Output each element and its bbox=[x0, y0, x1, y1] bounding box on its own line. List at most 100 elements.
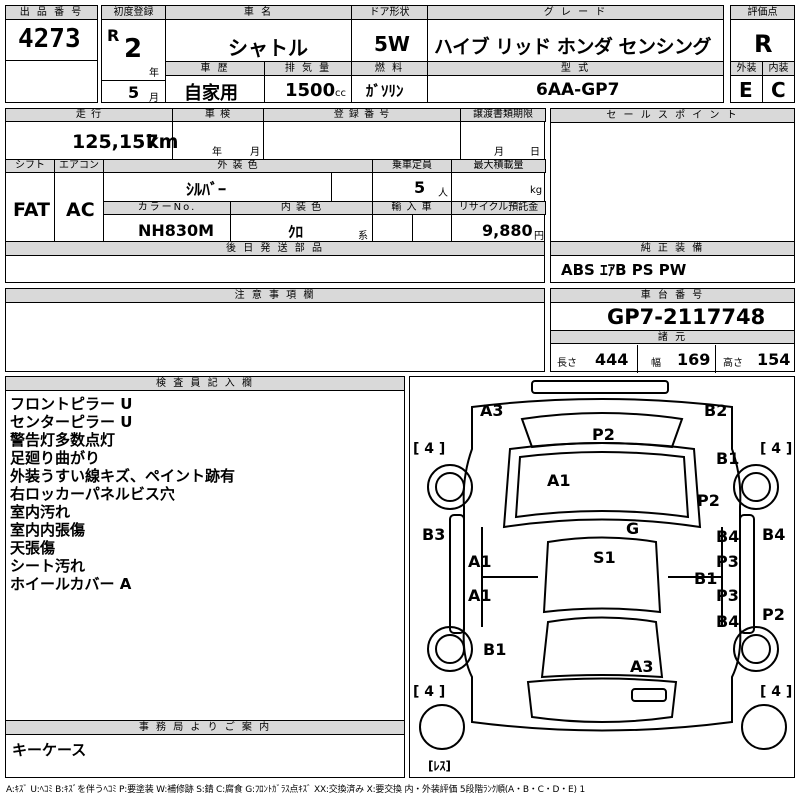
reg-label: 登 録 番 号 bbox=[263, 108, 461, 122]
mark-p3-right-door-rear: P3 bbox=[716, 586, 739, 605]
fuel-box: 燃 料 ｶﾞｿﾘﾝ bbox=[351, 61, 428, 103]
mark-b1-right-door: B1 bbox=[694, 569, 718, 588]
interior-score: C bbox=[771, 78, 786, 102]
shift-label: シフト bbox=[5, 159, 55, 173]
color-label: 外 装 色 bbox=[103, 159, 373, 173]
note-line: 天張傷 bbox=[10, 539, 56, 557]
colorno-label: カラーNo. bbox=[103, 201, 231, 215]
first-reg-label: 初度登録 bbox=[102, 6, 165, 20]
mark-b1-right-fender: B1 bbox=[716, 449, 740, 468]
mark-b4-right-door: B4 bbox=[716, 527, 740, 546]
fuel-label: 燃 料 bbox=[352, 62, 427, 76]
history-label: 車 歴 bbox=[166, 62, 264, 76]
inspector-label: 検 査 員 記 入 欄 bbox=[6, 377, 404, 391]
mark-p3-right-door-front: P3 bbox=[716, 552, 739, 571]
loadcap-unit: kg bbox=[530, 185, 543, 196]
tire-count-rr: [ 4 ] bbox=[760, 684, 793, 700]
spare-tire-label: [ﾚｽ] bbox=[428, 759, 451, 773]
chassis-box: 車 台 番 号 GP7-2117748 諸 元 長さ 444 幅 169 高さ … bbox=[550, 288, 795, 373]
doors: 5W bbox=[374, 32, 410, 56]
length: 444 bbox=[595, 350, 629, 369]
mark-b2-front-right: B2 bbox=[704, 401, 728, 420]
note-line: ホイールカバー A bbox=[10, 575, 132, 593]
tire-count-rl: [ 4 ] bbox=[413, 684, 446, 700]
history: 自家用 bbox=[184, 83, 238, 104]
chassis: GP7-2117748 bbox=[607, 305, 766, 329]
height: 154 bbox=[757, 350, 791, 369]
first-reg-box: 初度登録 R 2 年 5 月 bbox=[101, 5, 166, 104]
doors-box: ドア形状 5W bbox=[351, 5, 428, 62]
intcolor-label: 内 装 色 bbox=[230, 201, 373, 215]
mark-a3-trunk: A3 bbox=[630, 657, 654, 676]
intcolor: ｸﾛ bbox=[288, 223, 304, 241]
mark-b4-right-door-rear: B4 bbox=[716, 612, 740, 631]
mark-a1-left-door-rear: A1 bbox=[468, 586, 492, 605]
mark-p2-right-fender: P2 bbox=[697, 491, 720, 510]
office-text: キーケース bbox=[12, 741, 87, 759]
displacement-box: 排 気 量 1500 cc bbox=[264, 61, 352, 103]
color: ｼﾙﾊﾞｰ bbox=[186, 180, 227, 199]
exterior-box: 外装 E bbox=[730, 61, 763, 103]
score: R bbox=[754, 30, 773, 58]
mark-a1-hood: A1 bbox=[547, 471, 571, 490]
caution-label: 注 意 事 項 欄 bbox=[6, 289, 544, 303]
car-name-label: 車 名 bbox=[166, 6, 351, 20]
mark-g-glass: G bbox=[626, 519, 640, 538]
fuel: ｶﾞｿﾘﾝ bbox=[366, 82, 404, 100]
month-unit: 月 bbox=[149, 93, 159, 104]
width: 169 bbox=[677, 350, 711, 369]
intcolor-unit: 系 bbox=[358, 231, 368, 242]
model-label: 型 式 bbox=[428, 62, 723, 76]
car-name-box: 車 名 シャトル bbox=[165, 5, 352, 62]
loadcap-label: 最大積載量 bbox=[451, 159, 546, 173]
lot-label: 出 品 番 号 bbox=[6, 6, 97, 20]
recycle: 9,880 bbox=[482, 221, 533, 240]
lot-box: 出 品 番 号 4273 bbox=[5, 5, 98, 61]
colorno: NH830M bbox=[138, 221, 215, 240]
interior-label: 内装 bbox=[763, 62, 794, 76]
score-box: 評価点 R bbox=[730, 5, 795, 62]
displacement-label: 排 気 量 bbox=[265, 62, 351, 76]
inspector-notes: フロントピラー U センターピラー U 警告灯多数点灯 足廻り曲がり 外装うすい… bbox=[10, 395, 235, 593]
transfer-day-unit: 日 bbox=[530, 147, 540, 158]
import-label: 輸 入 車 bbox=[372, 201, 452, 215]
later-parts-label: 後 日 発 送 部 品 bbox=[6, 242, 544, 256]
width-label: 幅 bbox=[651, 358, 661, 369]
equip-label: 純 正 装 備 bbox=[551, 242, 794, 256]
chassis-label: 車 台 番 号 bbox=[551, 289, 794, 303]
equip: ABS ｴｱB PS PW bbox=[561, 261, 687, 279]
note-line: 右ロッカーパネルビス穴 bbox=[10, 485, 175, 503]
later-parts-box: 後 日 発 送 部 品 bbox=[5, 241, 545, 283]
note-line: 室内汚れ bbox=[10, 503, 71, 521]
grade-box: グ レ ー ド ハイブ リッド ホンダ センシング bbox=[427, 5, 724, 62]
spec-label: 諸 元 bbox=[551, 330, 794, 344]
ac: AC bbox=[66, 199, 95, 221]
year-unit: 年 bbox=[149, 68, 159, 79]
equip-box: 純 正 装 備 ABS ｴｱB PS PW bbox=[550, 241, 795, 283]
caution-box: 注 意 事 項 欄 bbox=[5, 288, 545, 372]
mark-b4-right-edge: B4 bbox=[762, 525, 786, 544]
mark-a3-front-left: A3 bbox=[480, 401, 504, 420]
grade: ハイブ リッド ホンダ センシング bbox=[434, 36, 711, 58]
reg-month: 5 bbox=[128, 83, 140, 102]
detail-block: 走 行 車 検 登 録 番 号 譲渡書類期限 125,157 km 年 月 月 … bbox=[5, 108, 546, 243]
inspector-box: 検 査 員 記 入 欄 フロントピラー U センターピラー U 警告灯多数点灯 … bbox=[5, 376, 405, 721]
displacement: 1500 bbox=[285, 80, 336, 101]
mark-p2-front: P2 bbox=[592, 425, 615, 444]
capacity-label: 乗車定員 bbox=[372, 159, 452, 173]
note-line: 室内内張傷 bbox=[10, 521, 86, 539]
model-box: 型 式 6AA-GP7 bbox=[427, 61, 724, 103]
note-line: 外装うすい線キズ、ペイント跡有 bbox=[10, 467, 236, 485]
interior-box: 内装 C bbox=[762, 61, 795, 103]
height-label: 高さ bbox=[723, 358, 743, 369]
mark-p2-right-rear: P2 bbox=[762, 605, 785, 624]
displacement-unit: cc bbox=[335, 88, 346, 99]
legend-text: A:ｷｽﾞ U:ﾍｺﾐ B:ｷｽﾞを伴うﾍｺﾐ P:要塗装 W:補修跡 S:錆 … bbox=[6, 785, 585, 795]
note-line: 警告灯多数点灯 bbox=[10, 431, 116, 449]
mark-a1-left-door-front: A1 bbox=[468, 552, 492, 571]
office-box: 事 務 局 よ り ご 案 内 キーケース bbox=[5, 720, 405, 778]
reg-year: 2 bbox=[124, 34, 143, 64]
lot-number: 4273 bbox=[18, 24, 81, 54]
sales-box: セ ー ル ス ポ イ ン ト bbox=[550, 108, 795, 242]
ac-label: エアコン bbox=[54, 159, 104, 173]
